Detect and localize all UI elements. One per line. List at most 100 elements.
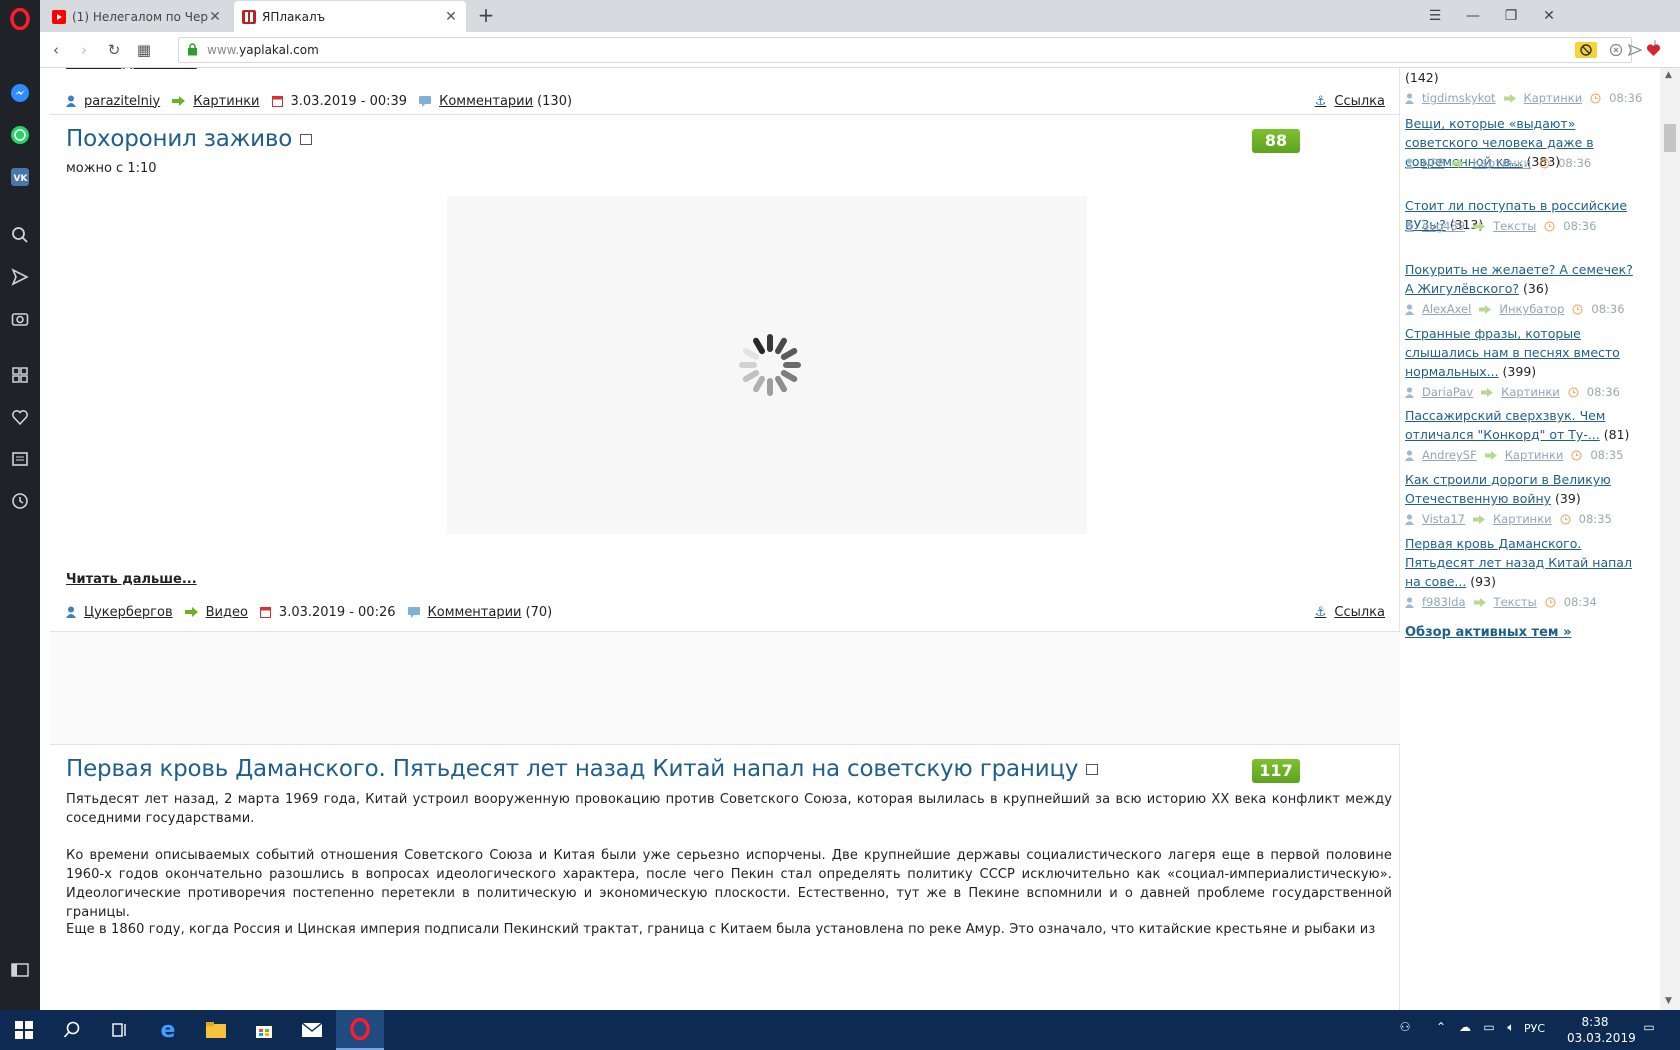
vk-icon[interactable]: VK (0, 162, 40, 192)
category-link[interactable]: Картинки (193, 94, 259, 109)
close-window-icon[interactable]: ✕ (1534, 4, 1564, 28)
snap-icon[interactable] (1628, 43, 1642, 57)
search-icon[interactable] (0, 220, 40, 250)
post-title-text[interactable]: Первая кровь Даманского. Пятьдесят лет н… (66, 756, 1079, 782)
topic-time: 08:36 (1586, 385, 1620, 399)
page-viewport: Читать дальше... parazitelniy Картинки 3… (40, 68, 1680, 1010)
network-icon[interactable]: ▭ (1480, 1020, 1498, 1038)
input-language[interactable]: РУС (1524, 1022, 1545, 1035)
topic-title-link[interactable]: Пассажирский сверхзвук. Чем отличался "К… (1405, 408, 1605, 442)
topic-category-link[interactable]: Тексты (1493, 219, 1536, 233)
messenger-icon[interactable] (0, 78, 40, 108)
restore-icon[interactable]: ❐ (1496, 4, 1526, 28)
heart-icon[interactable] (0, 402, 40, 432)
read-more-link[interactable]: Читать дальше... (66, 572, 197, 587)
topic-category-link[interactable]: Тексты (1494, 595, 1537, 609)
file-explorer-icon[interactable] (192, 1010, 240, 1050)
arrow-icon (1481, 387, 1494, 398)
opera-logo-icon[interactable] (0, 4, 40, 34)
tab-yaplakal[interactable]: ЯПлакалъ ✕ (234, 1, 466, 32)
shield-icon[interactable] (1609, 43, 1623, 57)
task-view-icon[interactable] (96, 1010, 144, 1050)
author-link[interactable]: Цукербергов (84, 605, 173, 620)
spinner-segment (775, 375, 787, 393)
url-field[interactable]: www.yaplakal.com (178, 37, 1661, 63)
topic-author-link[interactable]: f983lda (1422, 595, 1466, 609)
topic-time: 08:35 (1590, 448, 1624, 462)
opera-taskbar-icon[interactable] (336, 1010, 384, 1050)
scroll-thumb[interactable] (1664, 124, 1676, 152)
minimize-icon[interactable]: — (1458, 4, 1488, 28)
volume-icon[interactable]: 🔈︎ (1502, 1020, 1520, 1038)
url-host: yaplakal.com (239, 43, 319, 57)
start-icon[interactable] (0, 1010, 48, 1050)
forward-icon[interactable]: › (72, 38, 96, 62)
clock[interactable]: 8:38 03.03.2019 (1567, 1014, 1636, 1046)
news-icon[interactable] (0, 444, 40, 474)
back-icon[interactable]: ‹ (44, 38, 68, 62)
post-title-text[interactable]: Похоронил заживо (66, 126, 292, 152)
search-icon[interactable] (48, 1010, 96, 1050)
category-link[interactable]: Видео (206, 605, 248, 620)
chevron-up-icon[interactable]: ⌃ (1432, 1020, 1450, 1038)
onedrive-icon[interactable]: ☁ (1456, 1020, 1474, 1038)
topic-author-link[interactable]: evg489 (1422, 219, 1465, 233)
topic-meta: Vista17 Картинки 08:35 (1405, 511, 1612, 527)
topic-category-link[interactable]: Картинки (1472, 156, 1531, 170)
scroll-down-icon[interactable]: ▼ (1665, 996, 1672, 1006)
post-title[interactable]: Первая кровь Даманского. Пятьдесят лет н… (66, 756, 1099, 782)
comments-link[interactable]: Комментарии (439, 94, 533, 109)
author-link[interactable]: parazitelniy (84, 94, 160, 109)
active-topics-overview-link[interactable]: Обзор активных тем » (1405, 625, 1571, 640)
arrow-icon (184, 606, 198, 618)
tab-close-icon[interactable]: ✕ (444, 9, 458, 25)
tab-menu-icon[interactable]: ☰ (1420, 4, 1450, 28)
tab-youtube[interactable]: (1) Нелегалом по Черноб ✕ (44, 1, 230, 32)
topic-time: 08:36 (1591, 302, 1625, 316)
reload-icon[interactable]: ↻ (102, 38, 126, 62)
tabs-grid-icon[interactable]: ▦ (132, 38, 156, 62)
topic-title-link[interactable]: Первая кровь Даманского. Пятьдесят лет н… (1405, 536, 1632, 589)
history-icon[interactable] (0, 486, 40, 516)
topic-author-link[interactable]: NPP (1422, 156, 1444, 170)
video-player[interactable] (447, 196, 1087, 534)
sidebar-toggle-icon[interactable] (0, 955, 40, 985)
camera-icon[interactable] (0, 304, 40, 334)
topic-author-link[interactable]: AndreySF (1422, 448, 1477, 462)
topic-category-link[interactable]: Картинки (1524, 91, 1583, 105)
topic-category-link[interactable]: Инкубатор (1499, 302, 1564, 316)
comments-link[interactable]: Комментарии (428, 605, 522, 620)
whatsapp-icon[interactable] (0, 120, 40, 150)
post-date: 3.03.2019 - 00:39 (290, 93, 408, 109)
scrollbar[interactable]: ▲ ▼ (1660, 68, 1680, 1010)
people-icon[interactable]: ⚇ (1396, 1020, 1414, 1038)
speed-dial-icon[interactable] (0, 360, 40, 390)
download-icon[interactable]: ⤓ (1643, 38, 1667, 62)
store-icon[interactable] (240, 1010, 288, 1050)
topic-author-link[interactable]: AlexAxel (1422, 302, 1471, 316)
permalink[interactable]: ⚓ Ссылка (1315, 92, 1385, 110)
permalink[interactable]: ⚓ Ссылка (1315, 603, 1385, 621)
prev-read-more-link[interactable]: Читать дальше... (66, 68, 197, 71)
edge-icon[interactable]: e (144, 1010, 192, 1050)
topic-category-link[interactable]: Картинки (1505, 448, 1564, 462)
topic-category-link[interactable]: Картинки (1493, 512, 1552, 526)
user-icon (1405, 157, 1414, 169)
new-tab-button[interactable]: + (474, 4, 498, 28)
topic-category-link[interactable]: Картинки (1501, 385, 1560, 399)
notifications-icon[interactable]: ▭ (1640, 1020, 1658, 1038)
user-icon (66, 95, 76, 107)
topic-author-link[interactable]: tigdimskykot (1422, 91, 1496, 105)
topic-meta: AlexAxel Инкубатор 08:36 (1405, 301, 1625, 317)
mail-icon[interactable] (288, 1010, 336, 1050)
post-title[interactable]: Похоронил заживо (66, 126, 313, 152)
topic-author-link[interactable]: DariaPav (1422, 385, 1473, 399)
open-new-window-icon[interactable] (300, 134, 313, 145)
adblock-icon[interactable] (1575, 42, 1597, 58)
topic-author-link[interactable]: Vista17 (1422, 512, 1465, 526)
tab-close-icon[interactable]: ✕ (208, 9, 222, 25)
send-icon[interactable] (0, 262, 40, 292)
scroll-up-icon[interactable]: ▲ (1665, 70, 1672, 80)
open-new-window-icon[interactable] (1086, 764, 1099, 775)
topic-title-link[interactable]: Покурить не желаете? А семечек? А Жигулё… (1405, 262, 1633, 296)
